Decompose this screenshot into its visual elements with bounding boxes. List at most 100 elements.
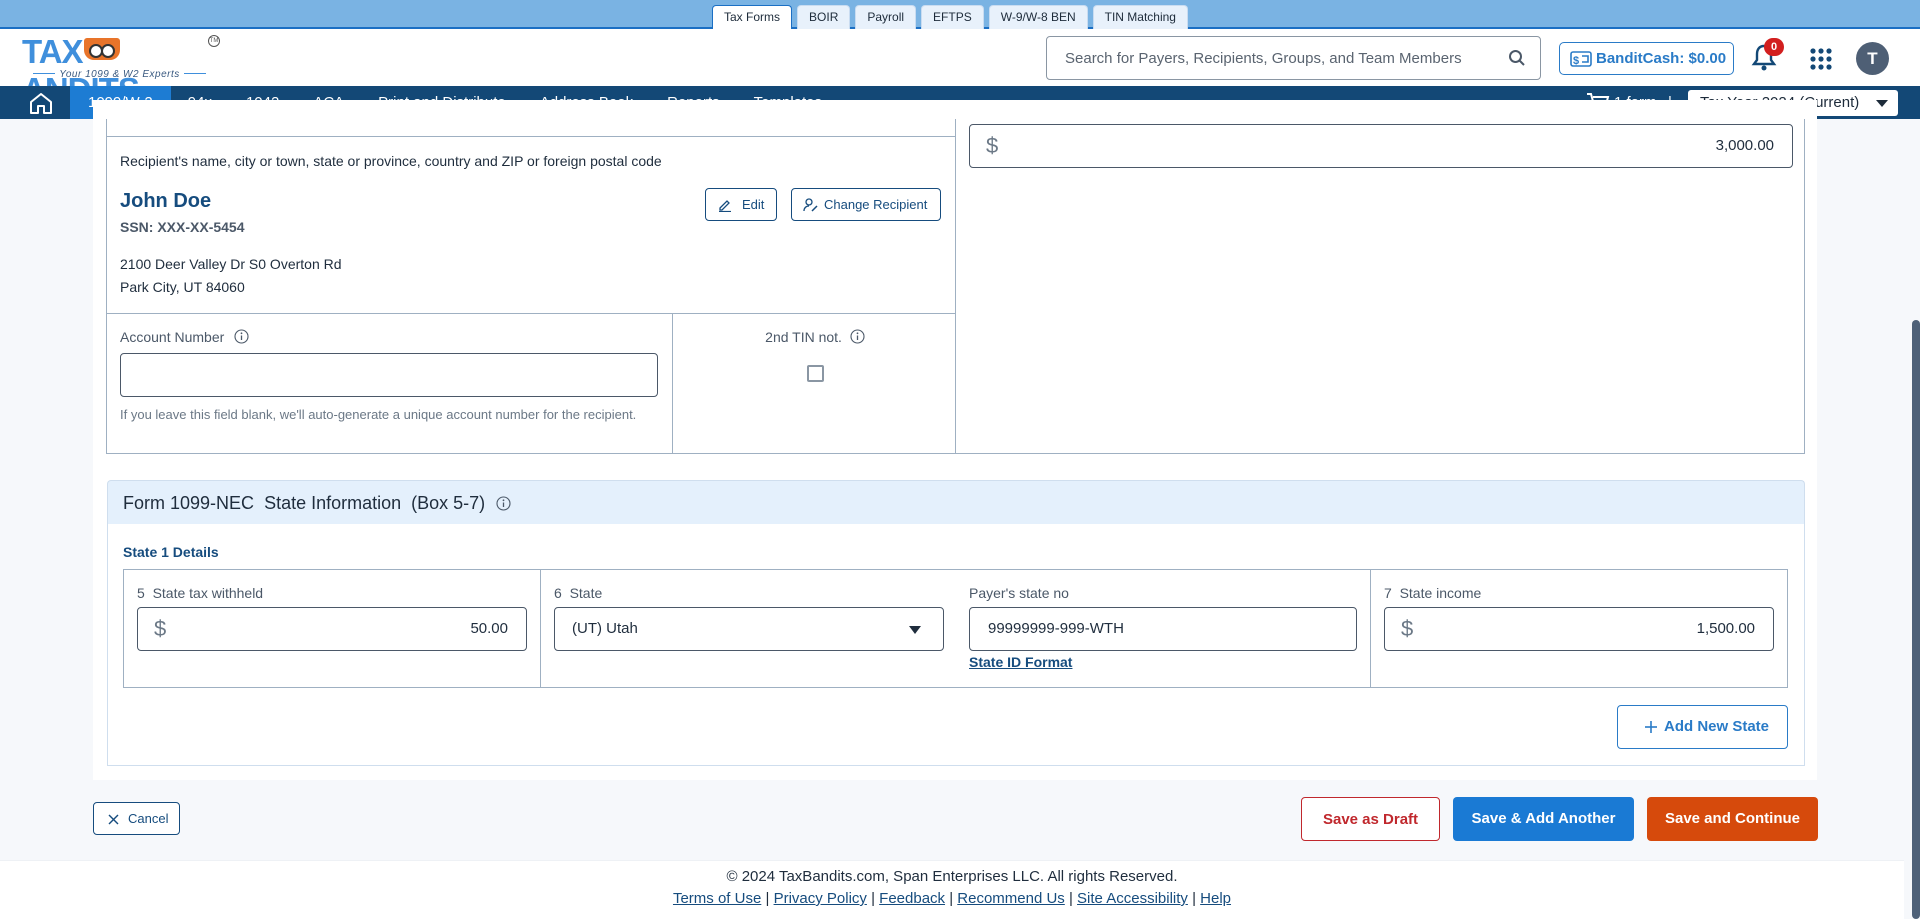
svg-text:$: $ (1573, 55, 1579, 67)
address-line-2: Park City, UT 84060 (120, 279, 245, 295)
product-tab-eftps[interactable]: EFTPS (921, 5, 984, 29)
footer: © 2024 TaxBandits.com, Span Enterprises … (0, 860, 1904, 919)
search-icon[interactable] (1508, 49, 1526, 67)
vertical-scrollbar[interactable] (1912, 320, 1920, 919)
box6-number: 6 (554, 585, 562, 601)
amount-input[interactable]: $ 3,000.00 (969, 124, 1793, 168)
user-edit-icon (803, 198, 818, 212)
account-number-label: Account Number (120, 329, 225, 345)
product-tab-tax-forms[interactable]: Tax Forms (712, 5, 793, 31)
box5-number: 5 (137, 585, 145, 601)
account-number-box: Account Number If you leave this field b… (106, 313, 673, 454)
state-income-input[interactable]: $ 1,500.00 (1384, 607, 1774, 651)
edit-label: Edit (742, 197, 765, 212)
product-tab-tin-matching[interactable]: TIN Matching (1092, 5, 1188, 29)
box7-cell: 7 State income $ 1,500.00 (1370, 569, 1788, 688)
state-title-section: State Information (264, 493, 402, 513)
wallet-icon: $ (1570, 51, 1592, 67)
box5-label: State tax withheld (152, 585, 264, 601)
recipient-ssn: SSN: XXX-XX-5454 (120, 219, 245, 235)
payer-state-no-value: 99999999-999-WTH (988, 620, 1124, 637)
state-info-header: Form 1099-NEC State Information (Box 5-7… (107, 480, 1805, 524)
taxbandits-logo[interactable]: TAXANDITS TM Your 1099 & W2 Experts (20, 33, 230, 108)
state-tax-withheld-value: 50.00 (470, 620, 508, 637)
box6-label: State (569, 585, 603, 601)
footer-link-recommend[interactable]: Recommend Us (957, 890, 1065, 907)
apps-grid-icon[interactable] (1809, 47, 1833, 71)
cancel-label: Cancel (128, 811, 169, 826)
second-tin-label: 2nd TIN not. (765, 329, 842, 345)
info-icon[interactable] (496, 496, 511, 511)
box5-cell: 5 State tax withheld $ 50.00 (123, 569, 541, 688)
product-tab-boir[interactable]: BOIR (797, 5, 851, 29)
bandit-cash-button[interactable]: $ BanditCash: $0.00 (1559, 42, 1734, 75)
amount-box: $ 3,000.00 (955, 119, 1805, 183)
account-number-help: If you leave this field blank, we'll aut… (120, 407, 637, 422)
dollar-icon: $ (154, 616, 167, 641)
caret-down-icon (909, 626, 921, 634)
recipient-section-label: Recipient's name, city or town, state or… (120, 153, 662, 169)
add-new-state-button[interactable]: Add New State (1617, 705, 1788, 749)
user-avatar[interactable]: T (1856, 42, 1889, 75)
close-icon (108, 814, 119, 825)
cancel-button[interactable]: Cancel (93, 802, 180, 835)
footer-link-privacy[interactable]: Privacy Policy (774, 890, 867, 907)
box6-cell: 6 State (UT) Utah Payer's state no 99999… (540, 569, 1371, 688)
info-icon[interactable] (234, 329, 249, 344)
box7-label: State income (1399, 585, 1482, 601)
home-icon[interactable] (28, 91, 54, 115)
dollar-icon: $ (986, 133, 999, 158)
box7-label-row: 7 State income (1384, 585, 1481, 601)
state-income-value: 1,500.00 (1696, 620, 1755, 637)
footer-link-feedback[interactable]: Feedback (879, 890, 945, 907)
box5-label-row: 5 State tax withheld (137, 585, 263, 601)
trademark-icon: TM (208, 35, 220, 47)
pencil-icon (719, 200, 731, 212)
dollar-icon: $ (1401, 616, 1414, 641)
state-title-boxes: (Box 5-7) (411, 493, 486, 513)
product-strip: Tax Forms BOIR Payroll EFTPS W-9/W-8 BEN… (0, 0, 1920, 31)
product-tabs: Tax Forms BOIR Payroll EFTPS W-9/W-8 BEN… (712, 5, 1188, 31)
box6-label-row: 6 State (554, 585, 602, 601)
notification-count-badge: 0 (1764, 38, 1784, 56)
second-tin-label-row: 2nd TIN not. (673, 329, 957, 345)
recipient-name: John Doe (120, 190, 212, 212)
copyright: © 2024 TaxBandits.com, Span Enterprises … (726, 868, 1178, 885)
product-tab-payroll[interactable]: Payroll (855, 5, 917, 29)
state-select-value: (UT) Utah (572, 620, 638, 637)
second-tin-checkbox[interactable] (807, 365, 824, 382)
amount-value: 3,000.00 (1715, 137, 1774, 154)
state-select[interactable]: (UT) Utah (554, 607, 944, 651)
bandit-cash-label: BanditCash: $0.00 (1596, 50, 1727, 67)
state-tax-withheld-input[interactable]: $ 50.00 (137, 607, 527, 651)
logo-text-tax: TAX (22, 33, 84, 70)
caret-down-icon (1876, 100, 1888, 107)
state-title-form: Form 1099-NEC (123, 493, 255, 513)
payer-state-no-input[interactable]: 99999999-999-WTH (969, 607, 1357, 651)
save-add-another-button[interactable]: Save & Add Another (1453, 797, 1634, 841)
product-tab-w9-w8ben[interactable]: W-9/W-8 BEN (988, 5, 1088, 29)
previous-field-row (106, 119, 956, 137)
account-number-label-row: Account Number (120, 329, 249, 345)
plus-icon (1645, 721, 1657, 733)
logo-tagline: Your 1099 & W2 Experts (22, 69, 217, 80)
change-recipient-button[interactable]: Change Recipient (791, 188, 941, 221)
info-icon[interactable] (850, 329, 865, 344)
add-new-state-label: Add New State (1664, 718, 1770, 735)
change-recipient-label: Change Recipient (824, 197, 928, 212)
edit-recipient-button[interactable]: Edit (705, 188, 777, 221)
search-input[interactable] (1065, 37, 1495, 79)
footer-link-accessibility[interactable]: Site Accessibility (1077, 890, 1188, 907)
second-tin-box: 2nd TIN not. (672, 313, 956, 454)
save-and-continue-button[interactable]: Save and Continue (1647, 797, 1818, 841)
footer-link-help[interactable]: Help (1200, 890, 1231, 907)
footer-link-terms[interactable]: Terms of Use (673, 890, 761, 907)
save-as-draft-button[interactable]: Save as Draft (1301, 797, 1440, 841)
payer-state-no-label: Payer's state no (969, 585, 1069, 601)
recipient-address: 2100 Deer Valley Dr S0 Overton Rd Park C… (120, 253, 342, 299)
state-id-format-link[interactable]: State ID Format (969, 654, 1072, 670)
header: TAXANDITS TM Your 1099 & W2 Experts $ Ba… (0, 29, 1920, 108)
state-1-details-label: State 1 Details (123, 544, 219, 560)
address-line-1: 2100 Deer Valley Dr S0 Overton Rd (120, 256, 342, 272)
account-number-input[interactable] (120, 353, 658, 397)
